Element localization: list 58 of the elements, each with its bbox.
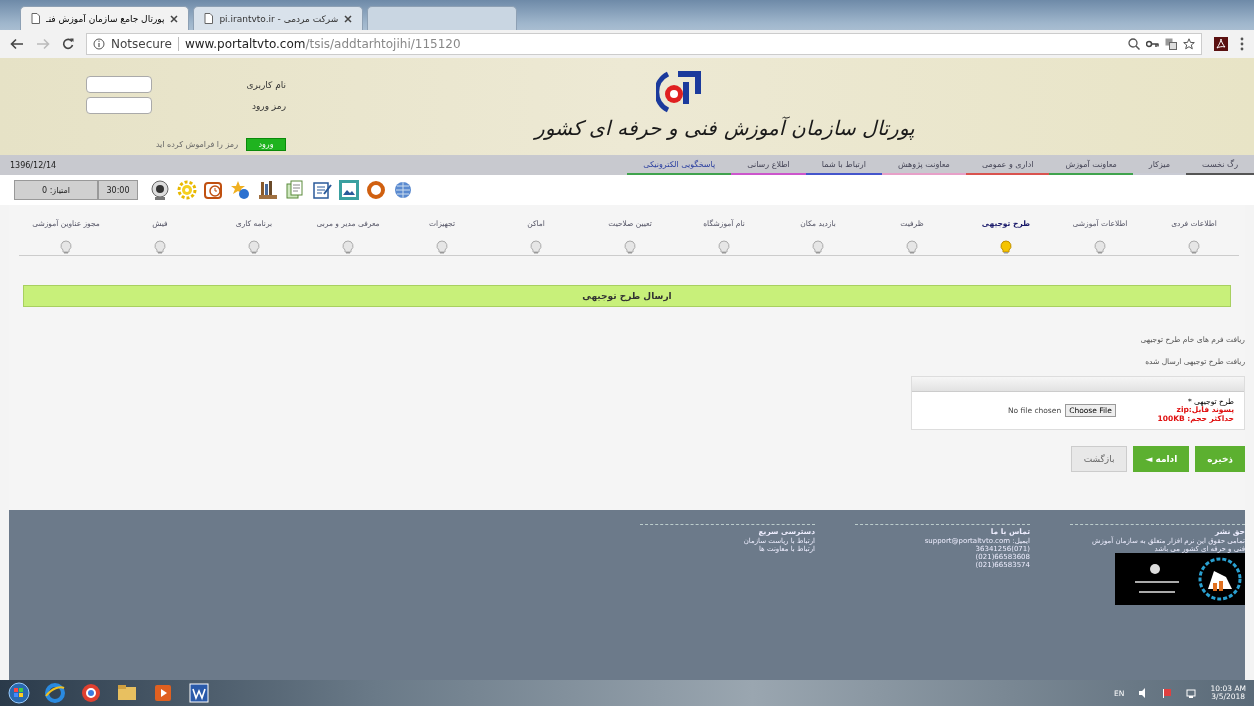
lightbulb-icon (906, 240, 918, 254)
timer-display: 30:00 (98, 180, 138, 200)
globe-icon[interactable] (393, 180, 413, 200)
lightbulb-icon (436, 240, 448, 254)
close-icon[interactable] (170, 14, 179, 23)
pdf-icon[interactable] (1214, 37, 1228, 51)
security-label: Notsecure (111, 37, 172, 51)
browser-tab[interactable]: pi.irantvto.ir - شرکت مردمی (193, 6, 364, 30)
clock-icon[interactable] (204, 180, 224, 200)
lightbulb-icon (812, 240, 824, 254)
lightbulb-icon (154, 240, 166, 254)
browser-tab[interactable]: پورتال جامع سازمان آموزش فنـ (20, 6, 190, 30)
score-display: امتیاز: 0 (14, 180, 98, 200)
star-icon[interactable] (1183, 38, 1195, 50)
webcam-icon[interactable] (150, 180, 170, 200)
lightbulb-icon (718, 240, 730, 254)
zoom-icon[interactable] (1128, 38, 1140, 50)
action-button: بازگشت (1070, 445, 1128, 472)
ring-icon[interactable] (80, 682, 102, 704)
network-icon[interactable] (1186, 688, 1197, 698)
lightbulb-icon (248, 240, 260, 254)
menu-icon[interactable] (1240, 37, 1244, 51)
start-button[interactable] (8, 682, 30, 704)
note-icon[interactable] (312, 180, 332, 200)
books-icon[interactable] (258, 180, 278, 200)
documents-icon[interactable] (285, 180, 305, 200)
username-label: نام کاربری (245, 79, 286, 90)
play-icon[interactable] (152, 682, 174, 704)
close-icon[interactable] (344, 14, 353, 23)
lightbulb-icon (530, 240, 542, 254)
lightbulb-icon (342, 240, 354, 254)
back-icon[interactable] (10, 38, 24, 50)
password-field[interactable] (86, 97, 152, 114)
lightbulb-icon (1188, 240, 1200, 254)
logo-drawing (656, 70, 704, 114)
translate-icon[interactable] (1165, 38, 1177, 50)
info-icon (93, 38, 105, 50)
lightbulb-icon (60, 240, 72, 254)
site-title: پورتال سازمان آموزش فنی و حرفه ای کشور (534, 116, 916, 140)
lightbulb-icon (1094, 240, 1106, 254)
browser-icon[interactable] (44, 682, 66, 704)
address-bar[interactable]: Notsecure www.portaltvto.com/tsis/addtarhtojihi/115120 (86, 33, 1202, 55)
key-icon[interactable] (1146, 40, 1159, 48)
lightbulb-icon (624, 240, 636, 254)
username-field[interactable] (86, 76, 152, 93)
image-icon[interactable] (339, 180, 359, 200)
page-icon (204, 13, 214, 24)
page-icon (31, 13, 40, 24)
lightbulb-icon (1000, 240, 1012, 254)
reload-icon[interactable] (62, 38, 74, 50)
date-label: 1396/12/14 (9, 160, 58, 170)
document-icon[interactable] (188, 682, 210, 704)
url-text: www.portaltvto.com/tsis/addtarhtojihi/115120 (184, 37, 461, 51)
section-banner: ارسال طرح توجیهی (23, 285, 1231, 307)
forgot-password-link[interactable]: رمز را فراموش کرده اید (155, 140, 238, 149)
flag-icon[interactable] (1162, 688, 1173, 698)
star-globe-icon[interactable] (231, 180, 251, 200)
password-label: رمز ورود (250, 100, 286, 111)
